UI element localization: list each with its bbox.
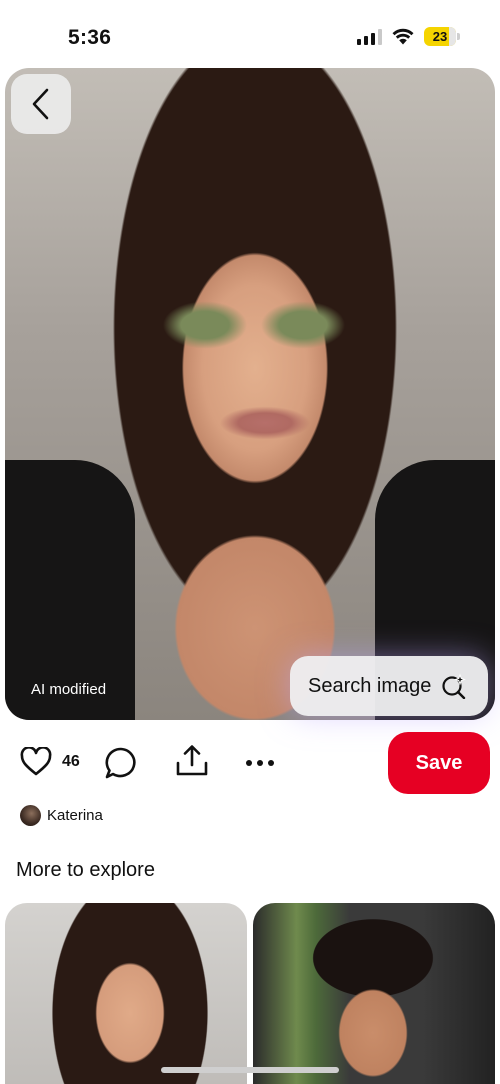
explore-card[interactable]	[253, 903, 495, 1084]
avatar	[20, 805, 41, 826]
section-title: More to explore	[16, 859, 155, 881]
battery-percent: 23	[432, 29, 448, 44]
battery-icon: 23	[424, 27, 460, 46]
like-count: 46	[62, 752, 80, 770]
wifi-icon	[392, 28, 414, 45]
like-button[interactable]: 46	[20, 747, 80, 776]
pin-image[interactable]	[5, 68, 495, 720]
home-indicator	[161, 1067, 339, 1073]
status-bar: 5:36 23	[0, 0, 500, 68]
back-button[interactable]	[11, 74, 71, 134]
explore-card[interactable]	[5, 903, 247, 1084]
save-button[interactable]: Save	[388, 732, 490, 794]
share-button[interactable]	[174, 743, 210, 784]
share-icon	[176, 745, 208, 776]
comment-button[interactable]	[104, 746, 138, 785]
status-time: 5:36	[68, 26, 112, 49]
status-icons: 23	[357, 27, 460, 46]
comment-icon	[105, 747, 136, 779]
more-icon[interactable]	[246, 760, 274, 766]
heart-icon	[20, 747, 52, 776]
author-row[interactable]: Katerina	[20, 805, 103, 826]
cellular-signal-icon	[357, 28, 382, 45]
back-chevron-icon	[32, 88, 49, 120]
visual-search-sparkle-icon	[442, 673, 467, 699]
ai-modified-label: AI modified	[31, 681, 107, 698]
search-image-button[interactable]: Search image	[290, 656, 488, 716]
pin-action-bar: 46 Save	[0, 730, 500, 796]
search-image-label: Search image	[308, 674, 432, 697]
author-name: Katerina	[47, 807, 103, 824]
